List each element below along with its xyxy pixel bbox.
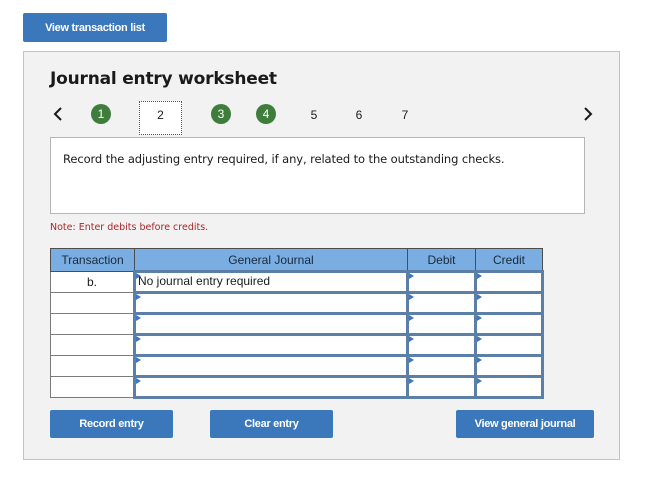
dropdown-marker-icon	[409, 336, 414, 342]
credit-input[interactable]	[474, 291, 544, 315]
previous-step-button[interactable]	[50, 104, 66, 124]
account-input[interactable]: No journal entry required	[133, 270, 409, 294]
credit-input[interactable]	[474, 375, 544, 399]
dropdown-marker-icon	[477, 378, 482, 384]
debit-input[interactable]	[406, 270, 477, 294]
account-input[interactable]	[133, 291, 409, 315]
credit-input[interactable]	[474, 312, 544, 336]
dropdown-marker-icon	[477, 294, 482, 300]
dropdown-marker-icon	[136, 294, 141, 300]
account-input[interactable]	[133, 375, 409, 399]
credit-input[interactable]	[474, 270, 544, 294]
dropdown-marker-icon	[136, 378, 141, 384]
account-input[interactable]	[133, 333, 409, 357]
credit-input[interactable]	[474, 333, 544, 357]
debit-input[interactable]	[406, 312, 477, 336]
header-credit: Credit	[475, 248, 543, 272]
dropdown-marker-icon	[409, 357, 414, 363]
view-general-journal-button[interactable]: View general journal	[456, 410, 594, 438]
account-input[interactable]	[133, 354, 409, 378]
table-header-row: Transaction General Journal Debit Credit	[50, 248, 543, 272]
table-row	[50, 354, 544, 378]
credit-input[interactable]	[474, 354, 544, 378]
transaction-cell	[50, 355, 135, 377]
step-4[interactable]: 4	[256, 104, 276, 124]
transaction-cell	[50, 313, 135, 335]
chevron-right-icon	[584, 107, 593, 121]
debit-input[interactable]	[406, 354, 477, 378]
step-3[interactable]: 3	[211, 104, 231, 124]
table-row	[50, 291, 544, 315]
instruction-box: Record the adjusting entry required, if …	[50, 137, 585, 214]
dropdown-marker-icon	[477, 273, 482, 279]
dropdown-marker-icon	[409, 273, 414, 279]
dropdown-marker-icon	[136, 315, 141, 321]
table-row	[50, 333, 544, 357]
header-transaction: Transaction	[50, 248, 135, 272]
dropdown-marker-icon	[477, 357, 482, 363]
transaction-cell: b.	[50, 271, 135, 293]
journal-entry-worksheet-panel: Journal entry worksheet 1 2 3 4 5 6 7 Re…	[23, 51, 620, 460]
dropdown-marker-icon	[136, 357, 141, 363]
transaction-cell	[50, 376, 135, 398]
dropdown-marker-icon	[409, 294, 414, 300]
header-general-journal: General Journal	[134, 248, 408, 272]
step-7[interactable]: 7	[394, 104, 416, 126]
transaction-cell	[50, 334, 135, 356]
dropdown-marker-icon	[136, 336, 141, 342]
table-row	[50, 375, 544, 399]
next-step-button[interactable]	[580, 104, 596, 124]
worksheet-title: Journal entry worksheet	[50, 69, 277, 89]
debit-input[interactable]	[406, 291, 477, 315]
step-2[interactable]: 2	[139, 101, 182, 135]
dropdown-marker-icon	[409, 378, 414, 384]
chevron-left-icon	[53, 107, 62, 121]
header-debit: Debit	[407, 248, 476, 272]
journal-entry-table: Transaction General Journal Debit Credit…	[50, 248, 544, 399]
transaction-cell	[50, 292, 135, 314]
table-row: b. No journal entry required	[50, 270, 544, 294]
debit-input[interactable]	[406, 375, 477, 399]
dropdown-marker-icon	[477, 315, 482, 321]
dropdown-marker-icon	[409, 315, 414, 321]
record-entry-button[interactable]: Record entry	[50, 410, 173, 438]
step-6[interactable]: 6	[348, 104, 370, 126]
step-5[interactable]: 5	[303, 104, 325, 126]
instruction-text: Record the adjusting entry required, if …	[63, 152, 505, 166]
step-1[interactable]: 1	[91, 104, 111, 124]
table-row	[50, 312, 544, 336]
view-transaction-list-button[interactable]: View transaction list	[23, 13, 167, 42]
clear-entry-button[interactable]: Clear entry	[210, 410, 333, 438]
note-text: Note: Enter debits before credits.	[50, 222, 209, 233]
dropdown-marker-icon	[477, 336, 482, 342]
account-input[interactable]	[133, 312, 409, 336]
account-input-value: No journal entry required	[138, 274, 271, 288]
debit-input[interactable]	[406, 333, 477, 357]
